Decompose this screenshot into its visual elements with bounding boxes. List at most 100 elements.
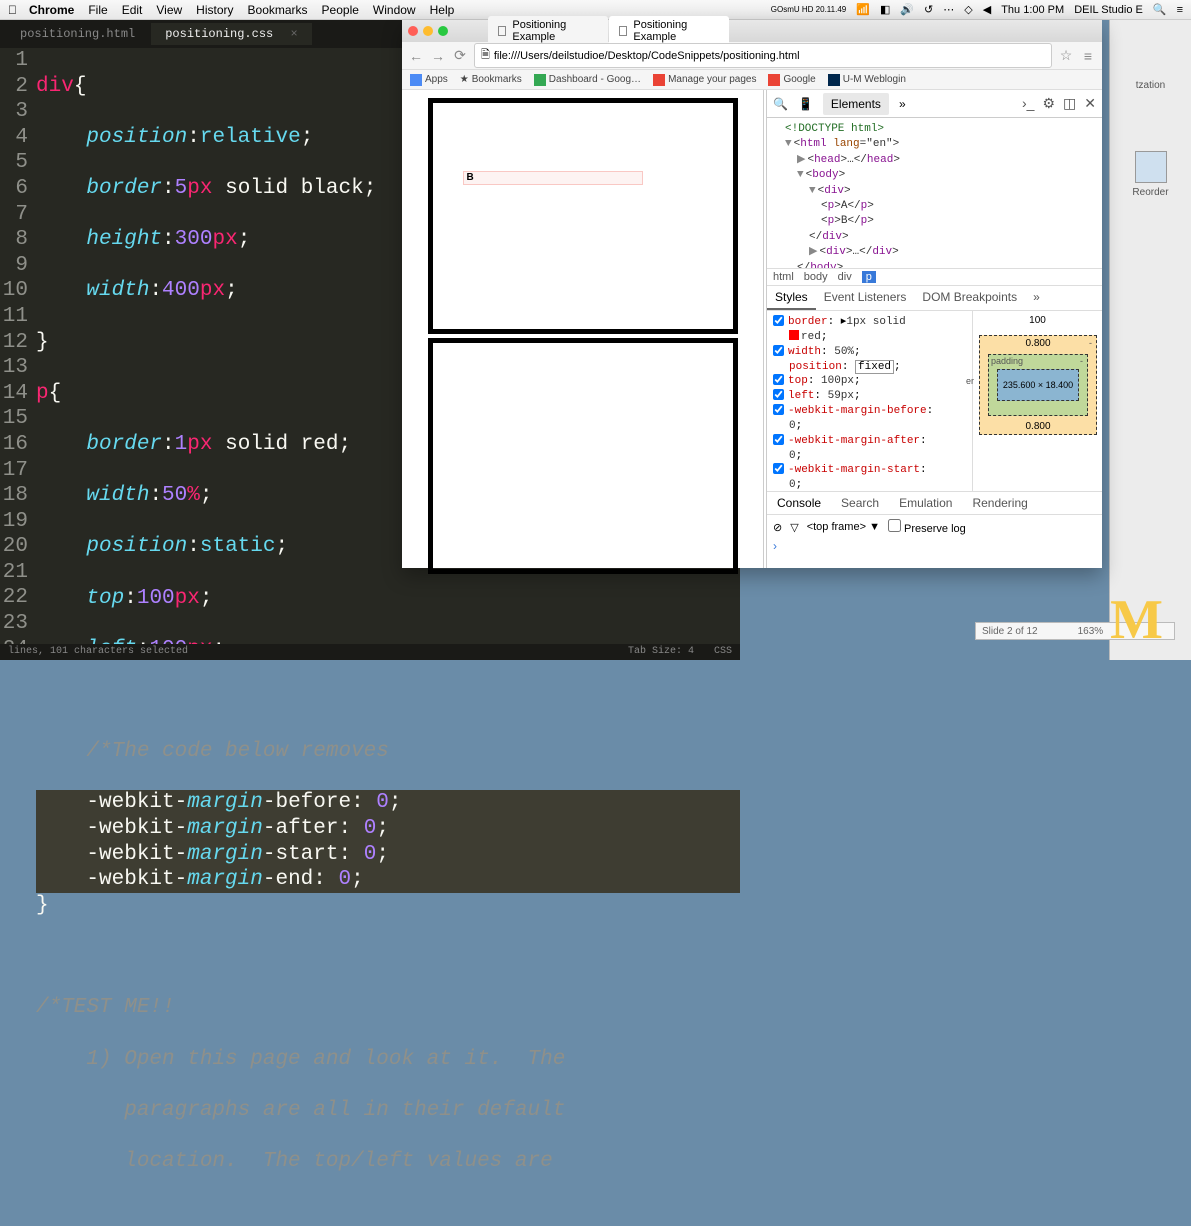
- tab-event-listeners[interactable]: Event Listeners: [816, 286, 915, 310]
- menu-app[interactable]: Chrome: [29, 3, 74, 17]
- gear-icon[interactable]: ⚙: [1042, 95, 1055, 112]
- devtools-tab-elements[interactable]: Elements: [823, 93, 889, 115]
- editor-tab-html[interactable]: positioning.html: [6, 23, 149, 46]
- rendered-div-2: [428, 338, 738, 574]
- styles-tabs: Styles Event Listeners DOM Breakpoints »: [767, 286, 1102, 311]
- url-text: file:///Users/deilstudioe/Desktop/CodeSn…: [494, 50, 800, 62]
- tab-console[interactable]: Console: [767, 492, 831, 514]
- frame-selector[interactable]: <top frame> ▼: [807, 521, 880, 533]
- menu-bookmarks[interactable]: Bookmarks: [248, 3, 308, 17]
- wifi-icon[interactable]: 📶: [856, 3, 870, 16]
- menubar-user[interactable]: DEIL Studio E: [1074, 4, 1143, 16]
- min-icon[interactable]: [423, 26, 433, 36]
- breadcrumb-html[interactable]: html: [773, 271, 794, 283]
- chrome-toolbar: ← → ⟳ 🗎 file:///Users/deilstudioe/Deskto…: [402, 42, 1102, 70]
- bookmarks-bar: Apps ★ Bookmarks Dashboard - Goog… Manag…: [402, 70, 1102, 90]
- bm-top: 100: [973, 315, 1102, 326]
- breadcrumb[interactable]: html body div p: [767, 268, 1102, 286]
- bm-apps[interactable]: Apps: [410, 74, 448, 86]
- search-icon[interactable]: 🔍: [1153, 3, 1167, 16]
- clear-icon[interactable]: ⊘: [773, 521, 782, 534]
- bm-bookmarks[interactable]: ★ Bookmarks: [460, 74, 522, 85]
- breadcrumb-body[interactable]: body: [804, 271, 828, 283]
- dom-doctype: <!DOCTYPE html>: [773, 122, 1096, 137]
- forward-icon[interactable]: →: [430, 48, 446, 64]
- chrome-tab-2[interactable]: Positioning Example: [609, 16, 729, 46]
- bm-dash2: -: [1080, 356, 1083, 366]
- menu-file[interactable]: File: [88, 3, 107, 17]
- menu-people[interactable]: People: [322, 3, 359, 17]
- menubar-time[interactable]: Thu 1:00 PM: [1001, 4, 1064, 16]
- console-drawer-icon[interactable]: ›_: [1022, 95, 1034, 112]
- menu-icon[interactable]: ≡: [1080, 48, 1096, 64]
- bm-manage[interactable]: Manage your pages: [653, 74, 756, 86]
- close-icon[interactable]: [408, 26, 418, 36]
- back-icon[interactable]: ←: [408, 48, 424, 64]
- tab-rendering[interactable]: Rendering: [962, 492, 1037, 514]
- menubar-right: GOsmU HD 20.11.49 📶 ◧ 🔊 ↺ ⋯ ◇ ◀ Thu 1:00…: [771, 3, 1183, 16]
- menu-window[interactable]: Window: [373, 3, 416, 17]
- dropbox-icon[interactable]: ◇: [964, 3, 972, 16]
- box-model: 100 er - 0.800 padding - 235.600 × 18.40…: [972, 311, 1102, 491]
- style-check[interactable]: [773, 434, 784, 445]
- menubar-sub: GOsmU HD 20.11.49: [771, 6, 846, 13]
- status-lang[interactable]: CSS: [714, 646, 732, 658]
- filter-icon[interactable]: ▽: [790, 521, 798, 534]
- bm-umich[interactable]: U-M Weblogin: [828, 74, 906, 86]
- reload-icon[interactable]: ⟳: [452, 47, 468, 64]
- color-swatch-icon[interactable]: [789, 330, 799, 340]
- max-icon[interactable]: [438, 26, 448, 36]
- dots-icon[interactable]: ⋯: [943, 3, 954, 16]
- preserve-log[interactable]: Preserve log: [888, 519, 966, 535]
- devtools-close-icon[interactable]: ✕: [1084, 95, 1096, 112]
- more-tabs-icon[interactable]: »: [899, 97, 906, 111]
- style-check[interactable]: [773, 374, 784, 385]
- style-check[interactable]: [773, 389, 784, 400]
- style-check[interactable]: [773, 345, 784, 356]
- inspect-icon[interactable]: 🔍: [773, 97, 788, 111]
- status-tabsize[interactable]: Tab Size: 4: [628, 646, 694, 658]
- tab-close-icon[interactable]: ×: [290, 27, 297, 41]
- menu-edit[interactable]: Edit: [122, 3, 143, 17]
- console-prompt[interactable]: ›: [767, 539, 1102, 553]
- tab-search[interactable]: Search: [831, 492, 889, 514]
- display-icon[interactable]: ◧: [880, 3, 890, 16]
- bm-dashboard[interactable]: Dashboard - Goog…: [534, 74, 641, 86]
- styles-more-icon[interactable]: »: [1025, 286, 1048, 310]
- dock-icon[interactable]: ◫: [1063, 95, 1076, 112]
- style-check[interactable]: [773, 463, 784, 474]
- sync-icon[interactable]: ↺: [924, 3, 933, 16]
- devtools: 🔍 📱 Elements » ›_ ⚙ ◫ ✕ <!DOCTYPE html> …: [766, 90, 1102, 568]
- style-value-input[interactable]: fixed: [855, 360, 894, 374]
- rendered-div-1: B: [428, 98, 738, 334]
- style-check[interactable]: [773, 315, 784, 326]
- volume-icon[interactable]: 🔊: [900, 3, 914, 16]
- side-panel: tzation Reorder: [1109, 20, 1191, 660]
- style-check[interactable]: [773, 404, 784, 415]
- menu-view[interactable]: View: [156, 3, 182, 17]
- page-viewport: B: [402, 90, 764, 568]
- bm-google[interactable]: Google: [768, 74, 815, 86]
- tab-dom-breakpoints[interactable]: DOM Breakpoints: [914, 286, 1025, 310]
- chrome-titlebar: Positioning Example Positioning Example: [402, 20, 1102, 42]
- menu-icon[interactable]: ≡: [1177, 4, 1183, 16]
- editor-tab-css[interactable]: positioning.css ×: [151, 23, 311, 46]
- tab-emulation[interactable]: Emulation: [889, 492, 962, 514]
- styles-list[interactable]: border: ▸1px solid red; width: 50%; posi…: [767, 311, 972, 491]
- menu-help[interactable]: Help: [430, 3, 455, 17]
- omnibox[interactable]: 🗎 file:///Users/deilstudioe/Desktop/Code…: [474, 43, 1052, 68]
- star-icon[interactable]: ☆: [1058, 47, 1074, 64]
- reorder-icon[interactable]: [1135, 151, 1167, 183]
- side-tzation: tzation: [1110, 80, 1191, 91]
- menu-history[interactable]: History: [196, 3, 233, 17]
- console-area: ⊘ ▽ <top frame> ▼ Preserve log: [767, 515, 1102, 539]
- chrome-tab-1[interactable]: Positioning Example: [488, 16, 608, 46]
- tab-styles[interactable]: Styles: [767, 286, 816, 310]
- play-icon[interactable]: ◀: [983, 3, 991, 16]
- file-icon: 🗎: [481, 46, 490, 65]
- breadcrumb-p[interactable]: p: [862, 271, 876, 283]
- bm-er: er: [966, 376, 974, 386]
- device-icon[interactable]: 📱: [798, 97, 813, 111]
- dom-tree[interactable]: <!DOCTYPE html> ▼<html lang="en"> ▶<head…: [767, 118, 1102, 268]
- breadcrumb-div[interactable]: div: [838, 271, 852, 283]
